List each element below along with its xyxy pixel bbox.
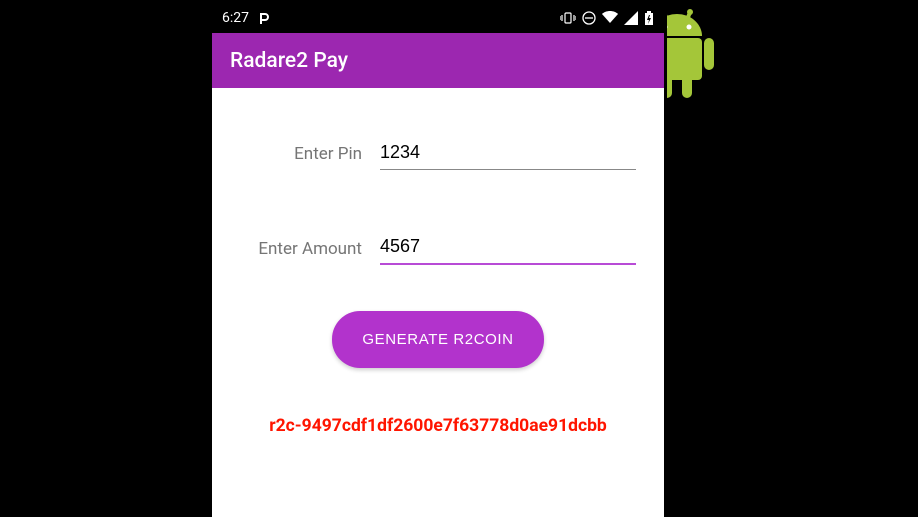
- generate-r2coin-button[interactable]: GENERATE R2COIN: [332, 311, 543, 368]
- amount-row: Enter Amount: [240, 232, 636, 265]
- pin-input[interactable]: [380, 138, 636, 170]
- status-bar: 6:27: [212, 3, 664, 33]
- wifi-icon: [602, 11, 618, 25]
- pill-icon: [257, 11, 271, 25]
- amount-input[interactable]: [380, 232, 636, 265]
- app-bar: Radare2 Pay: [212, 33, 664, 88]
- status-time: 6:27: [222, 10, 249, 26]
- battery-icon: [644, 11, 654, 25]
- app-title: Radare2 Pay: [230, 49, 348, 73]
- pin-label: Enter Pin: [240, 144, 380, 164]
- dnd-icon: [582, 11, 596, 25]
- phone-frame: 6:27 Radare2 Pay: [209, 0, 667, 517]
- amount-label: Enter Amount: [240, 239, 380, 259]
- pin-row: Enter Pin: [240, 138, 636, 170]
- vibrate-icon: [560, 11, 576, 25]
- result-text: r2c-9497cdf1df2600e7f63778d0ae91dcbb: [240, 416, 636, 436]
- signal-icon: [624, 11, 638, 25]
- main-content: Enter Pin Enter Amount GENERATE R2COIN r…: [212, 88, 664, 436]
